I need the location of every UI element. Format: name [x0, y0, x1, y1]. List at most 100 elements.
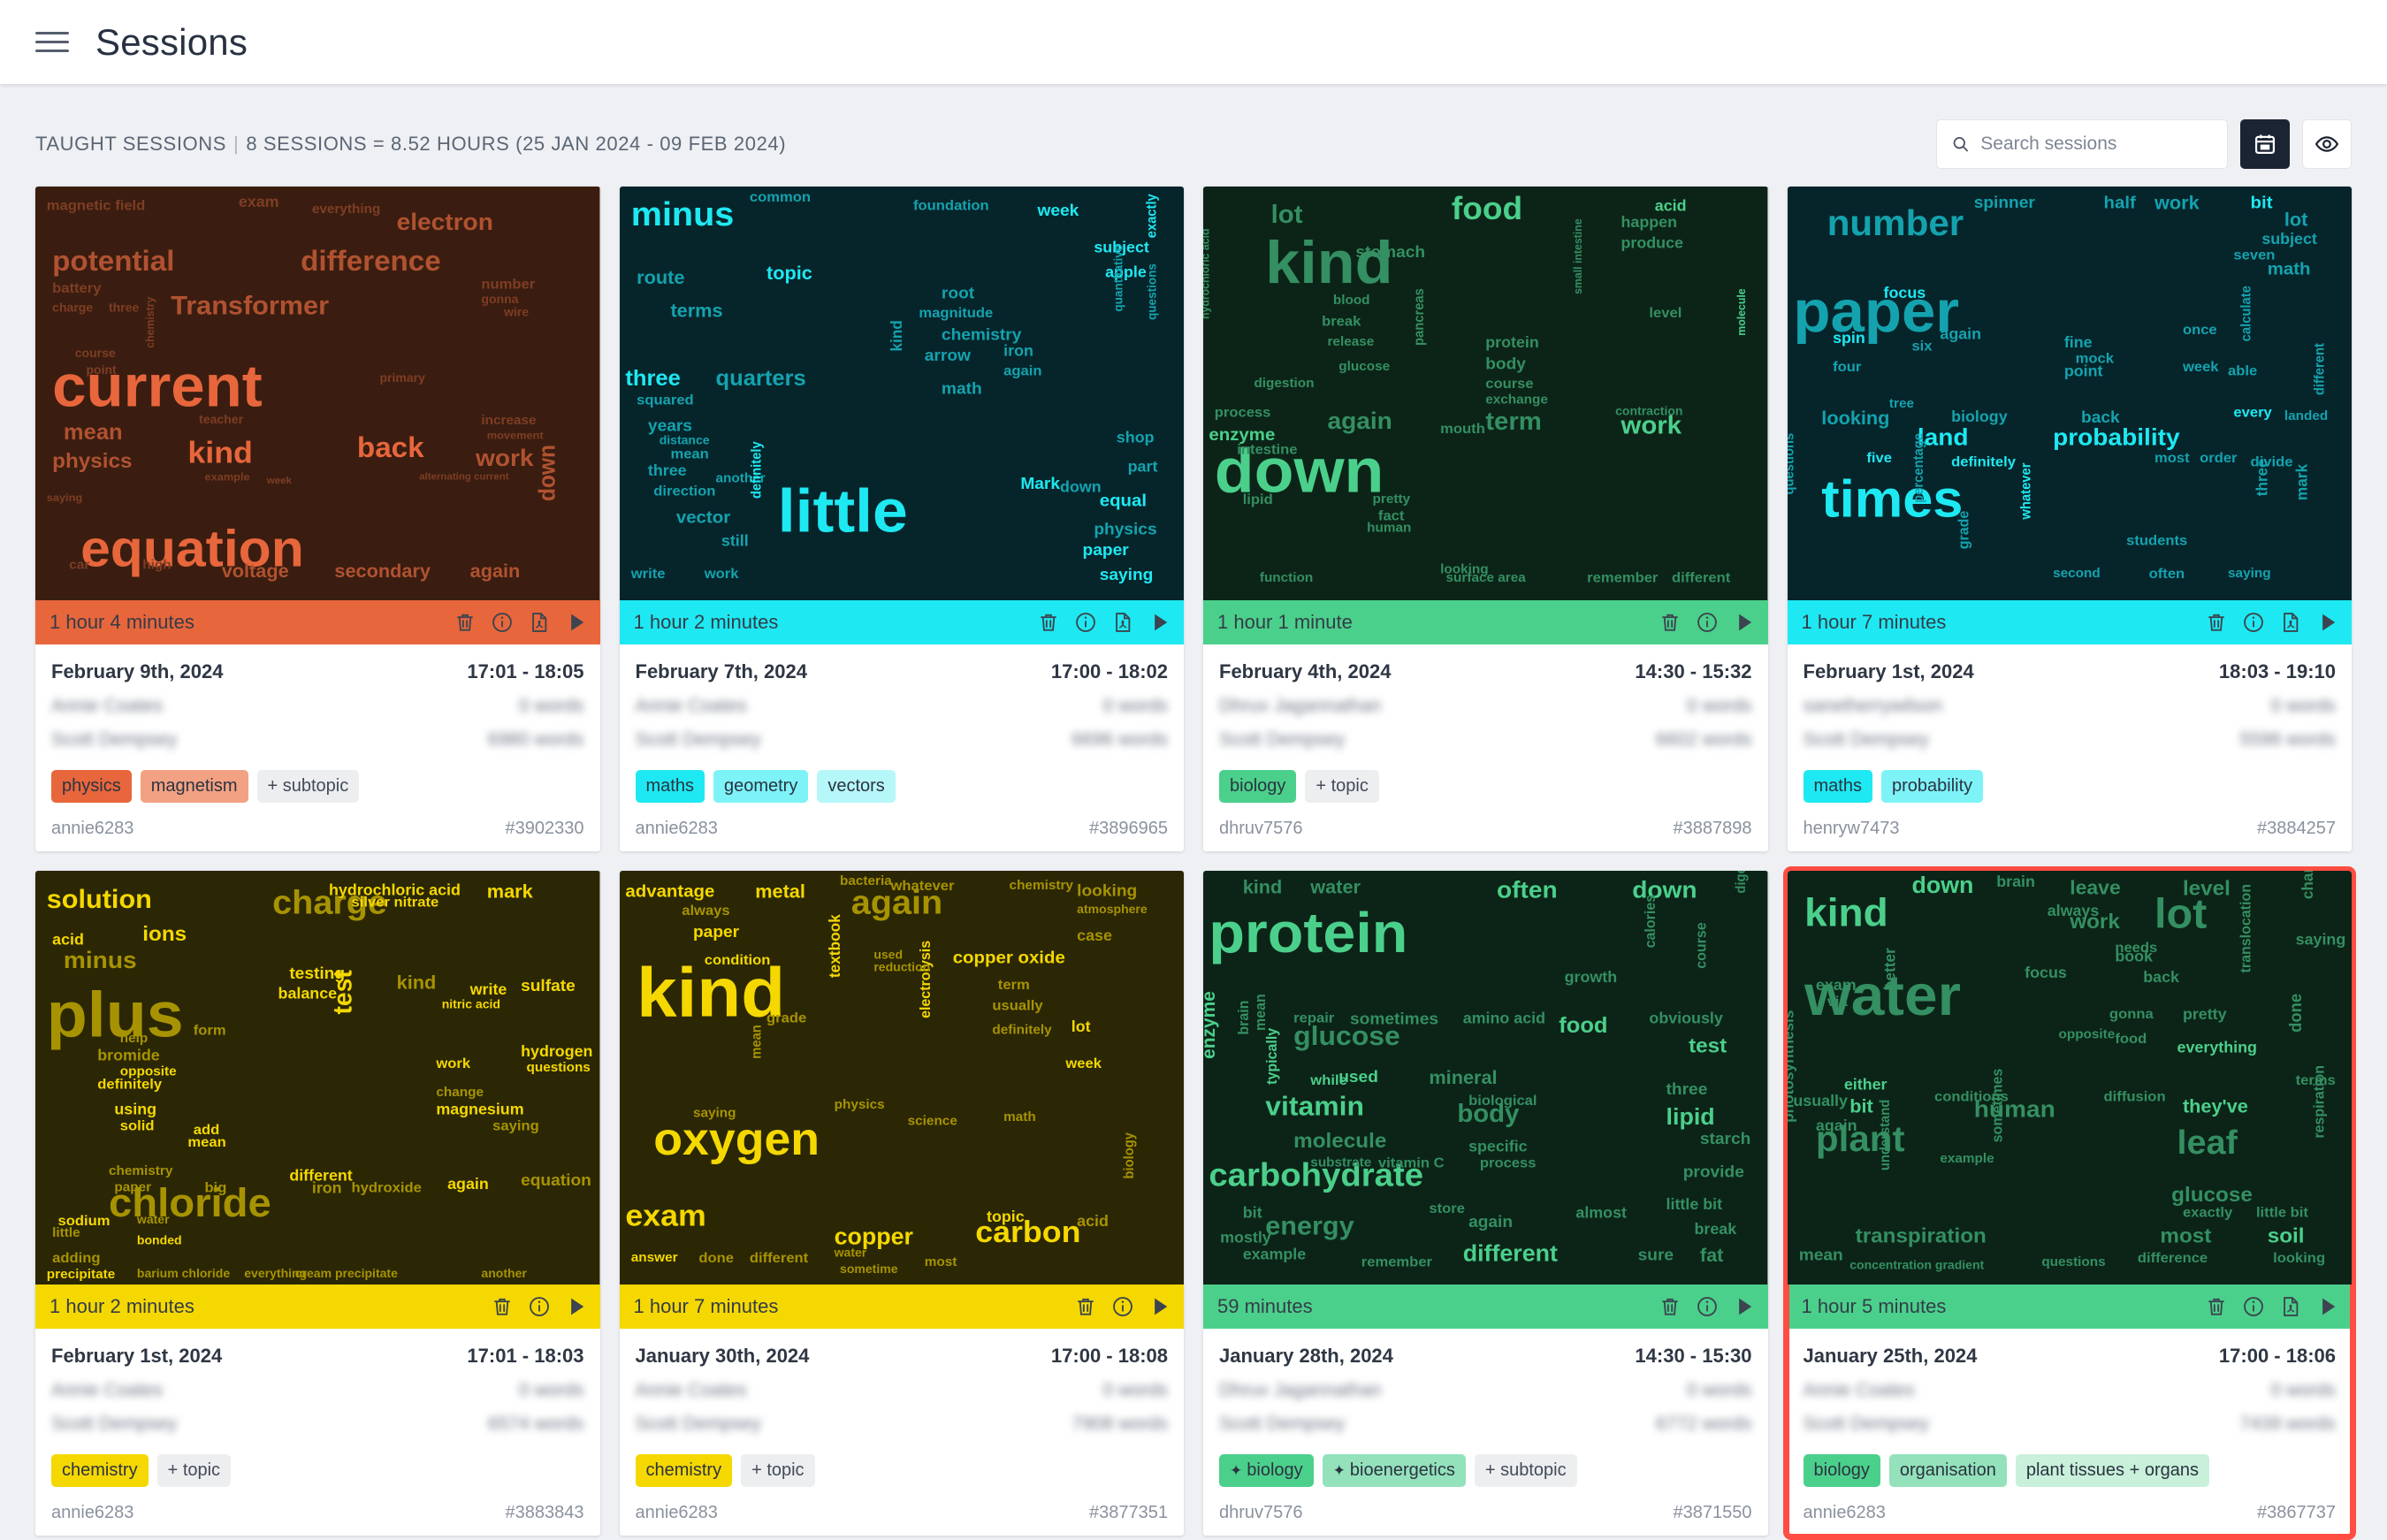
session-footer: dhruv7576 #3887898	[1219, 819, 1752, 839]
session-username: henryw7473	[1803, 819, 1900, 838]
word-cloud[interactable]: water kind lot plant leaf down level leave work h…	[1787, 871, 2352, 1285]
word-cloud[interactable]: kind down food lot term work again stomach produ…	[1203, 187, 1768, 600]
info-icon[interactable]	[2242, 611, 2265, 634]
cloud-word: help	[120, 1031, 148, 1046]
pdf-icon[interactable]	[528, 611, 551, 634]
visibility-button[interactable]	[2302, 119, 2352, 169]
session-id: #3867737	[2257, 1503, 2336, 1522]
cloud-word: kind	[887, 320, 904, 351]
tutor-word-count: 7908 words	[1071, 1414, 1168, 1434]
trash-icon[interactable]	[2205, 1295, 2228, 1318]
tag-label: + topic	[1316, 776, 1369, 796]
session-card[interactable]: kind oxygen again exam carbon copper copper ox…	[619, 871, 1185, 1536]
add-tag-button[interactable]: + topic	[741, 1454, 815, 1487]
trash-icon[interactable]	[2205, 611, 2228, 634]
topic-tag[interactable]: maths	[1803, 770, 1872, 803]
topic-tag[interactable]: geometry	[713, 770, 809, 803]
tag-label: vectors	[827, 776, 885, 796]
session-card[interactable]: little minus quarters three terms route topic c…	[619, 187, 1184, 851]
topic-tag[interactable]: biology	[1219, 770, 1297, 803]
topic-tag[interactable]: physics	[51, 770, 132, 803]
cloud-word: everything	[312, 202, 380, 217]
play-icon[interactable]	[1148, 1295, 1171, 1318]
hamburger-icon[interactable]	[35, 27, 71, 57]
word-cloud[interactable]: little minus quarters three terms route topic c…	[619, 187, 1184, 600]
session-footer: annie6283 #3867737	[1804, 1503, 2337, 1523]
topic-tag[interactable]: plant tissues + organs	[2015, 1454, 2209, 1487]
trash-icon[interactable]	[1659, 1295, 1682, 1318]
topic-tag[interactable]: chemistry	[51, 1454, 149, 1487]
session-details: January 30th, 2024 17:00 - 18:08 Annie Coa…	[620, 1329, 1185, 1536]
cloud-word: little	[52, 1225, 80, 1240]
topic-tag[interactable]: biology	[1803, 1454, 1880, 1487]
word-cloud[interactable]: plus chloride charge solution minus ions test h…	[35, 871, 600, 1285]
cloud-word: body	[1485, 355, 1526, 373]
cloud-word: happen	[1621, 214, 1677, 232]
calendar-button[interactable]	[2240, 119, 2290, 169]
info-icon[interactable]	[528, 1295, 551, 1318]
trash-icon[interactable]	[1037, 611, 1060, 634]
topic-tag[interactable]: probability	[1880, 770, 1984, 803]
add-tag-button[interactable]: + subtopic	[1474, 1454, 1577, 1487]
session-card[interactable]: paper times number probability land looking sp…	[1787, 187, 2352, 851]
topic-tag[interactable]: maths	[635, 770, 705, 803]
cloud-word: math	[941, 379, 981, 398]
session-card[interactable]: kind down food lot term work again stomach produ…	[1203, 187, 1768, 851]
pdf-icon[interactable]	[2279, 1295, 2302, 1318]
cloud-word: acid	[1655, 197, 1687, 215]
session-time-range: 14:30 - 15:32	[1635, 660, 1752, 682]
summary-stats: 8 SESSIONS = 8.52 HOURS (25 JAN 2024 - 0…	[246, 133, 787, 155]
session-details: February 1st, 2024 17:01 - 18:03 Annie Coa…	[35, 1329, 600, 1536]
search-input[interactable]	[1980, 133, 2213, 155]
play-icon[interactable]	[2316, 1295, 2339, 1318]
word-cloud[interactable]: kind oxygen again exam carbon copper copper ox…	[619, 871, 1184, 1285]
word-cloud[interactable]: current equation potential difference electr…	[35, 187, 600, 600]
student-word-count: 0 words	[518, 696, 584, 716]
session-duration: 1 hour 5 minutes	[1801, 1295, 1947, 1317]
topic-tag[interactable]: ✦ biology	[1219, 1454, 1314, 1487]
search-field[interactable]	[1936, 119, 2228, 169]
word-cloud[interactable]: protein carbohydrate vitamin glucose energy b…	[1203, 871, 1768, 1285]
info-icon[interactable]	[491, 611, 514, 634]
session-id: #3887898	[1673, 819, 1752, 838]
trash-icon[interactable]	[454, 611, 477, 634]
topic-tag[interactable]: organisation	[1888, 1454, 2007, 1487]
cloud-word: cream precipitate	[295, 1267, 399, 1280]
session-card[interactable]: current equation potential difference electr…	[35, 187, 600, 851]
cloud-word: process	[1480, 1155, 1537, 1171]
session-id: #3884257	[2257, 819, 2336, 838]
topic-tag[interactable]: ✦ bioenergetics	[1322, 1454, 1466, 1487]
info-icon[interactable]	[1111, 1295, 1134, 1318]
play-icon[interactable]	[1733, 1295, 1756, 1318]
add-tag-button[interactable]: + topic	[156, 1454, 232, 1487]
cloud-word: three	[647, 461, 686, 479]
add-tag-button[interactable]: + subtopic	[256, 770, 360, 803]
info-icon[interactable]	[1696, 611, 1719, 634]
cloud-word: mean	[187, 1134, 225, 1150]
session-card[interactable]: protein carbohydrate vitamin glucose energy b…	[1203, 871, 1768, 1536]
info-icon[interactable]	[2242, 1295, 2265, 1318]
trash-icon[interactable]	[1659, 611, 1682, 634]
play-icon[interactable]	[2316, 611, 2339, 634]
session-card[interactable]: plus chloride charge solution minus ions test h…	[35, 871, 600, 1536]
play-icon[interactable]	[565, 1295, 588, 1318]
topic-tag[interactable]: chemistry	[635, 1454, 733, 1487]
cloud-word: Mark	[1020, 474, 1060, 492]
pdf-icon[interactable]	[1111, 611, 1134, 634]
play-icon[interactable]	[1733, 611, 1756, 634]
cloud-word: grade	[766, 1010, 806, 1026]
play-icon[interactable]	[1148, 611, 1171, 634]
session-card[interactable]: water kind lot plant leaf down level leave work h…	[1782, 866, 2356, 1540]
trash-icon[interactable]	[491, 1295, 514, 1318]
add-tag-button[interactable]: + topic	[1305, 770, 1379, 803]
topic-tag[interactable]: vectors	[817, 770, 896, 803]
pdf-icon[interactable]	[2279, 611, 2302, 634]
trash-icon[interactable]	[1074, 1295, 1097, 1318]
play-icon[interactable]	[565, 611, 588, 634]
info-icon[interactable]	[1074, 611, 1097, 634]
info-icon[interactable]	[1696, 1295, 1719, 1318]
cloud-word: foundation	[913, 198, 989, 214]
topic-tag[interactable]: magnetism	[140, 770, 248, 803]
word-cloud[interactable]: paper times number probability land looking sp…	[1787, 187, 2352, 600]
tag-label: chemistry	[645, 1460, 722, 1480]
